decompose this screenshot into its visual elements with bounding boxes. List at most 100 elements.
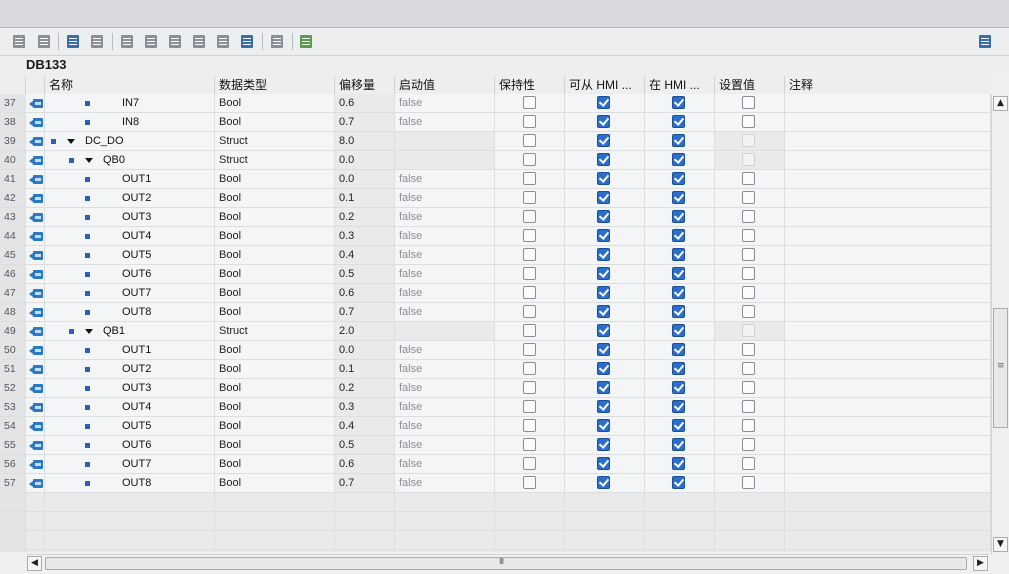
setpoint-checkbox[interactable] — [742, 172, 755, 185]
hmi-visible-checkbox[interactable] — [672, 191, 685, 204]
retain-checkbox[interactable] — [523, 476, 536, 489]
hmi-visible-checkbox[interactable] — [672, 476, 685, 489]
vertical-scrollbar[interactable]: ▲ ▼ — [991, 94, 1009, 554]
setpoint-checkbox[interactable] — [742, 343, 755, 356]
monitor-glasses-icon[interactable] — [297, 32, 315, 50]
header-type[interactable]: 数据类型 — [215, 76, 335, 94]
hmi-access-checkbox[interactable] — [597, 305, 610, 318]
comment-cell[interactable] — [785, 170, 991, 189]
name-cell[interactable]: OUT2 — [45, 360, 215, 379]
hmi-visible-checkbox[interactable] — [672, 172, 685, 185]
data-type-cell[interactable]: Bool — [215, 341, 335, 360]
expand-triangle-icon[interactable] — [67, 139, 75, 144]
expand-triangle-icon[interactable] — [85, 329, 93, 334]
hmi-access-checkbox[interactable] — [597, 476, 610, 489]
comment-cell[interactable] — [785, 94, 991, 113]
data-type-cell[interactable]: Bool — [215, 417, 335, 436]
data-type-cell[interactable]: Bool — [215, 170, 335, 189]
hmi-visible-checkbox[interactable] — [672, 324, 685, 337]
retain-checkbox[interactable] — [523, 172, 536, 185]
hmi-access-checkbox[interactable] — [597, 210, 610, 223]
table-row[interactable]: 55 OUT6 Bool 0.5 false — [0, 436, 991, 455]
name-cell[interactable]: OUT8 — [45, 303, 215, 322]
hmi-access-checkbox[interactable] — [597, 457, 610, 470]
data-type-cell[interactable]: Bool — [215, 455, 335, 474]
setpoint-checkbox[interactable] — [742, 438, 755, 451]
comment-cell[interactable] — [785, 303, 991, 322]
copy-snapshot-icon[interactable] — [118, 32, 136, 50]
table-row[interactable]: 54 OUT5 Bool 0.4 false — [0, 417, 991, 436]
table-row[interactable]: 49 QB1 Struct 2.0 — [0, 322, 991, 341]
setpoint-checkbox[interactable] — [742, 191, 755, 204]
setpoint-checkbox[interactable] — [742, 115, 755, 128]
table-row[interactable]: 37 IN7 Bool 0.6 false — [0, 94, 991, 113]
list-icon[interactable] — [238, 32, 256, 50]
table-row[interactable]: 43 OUT3 Bool 0.2 false — [0, 208, 991, 227]
start-value-cell[interactable]: false — [395, 379, 495, 398]
data-type-cell[interactable]: Bool — [215, 303, 335, 322]
header-hmi-visible[interactable]: 在 HMI ... — [645, 76, 715, 94]
header-comment[interactable]: 注释 — [785, 76, 991, 94]
table-row[interactable]: 46 OUT6 Bool 0.5 false — [0, 265, 991, 284]
comment-cell[interactable] — [785, 284, 991, 303]
window-layout-icon[interactable] — [976, 32, 994, 50]
start-value-cell[interactable]: false — [395, 170, 495, 189]
table-row[interactable]: 40 QB0 Struct 0.0 — [0, 151, 991, 170]
name-cell[interactable]: OUT5 — [45, 246, 215, 265]
start-value-cell[interactable]: false — [395, 208, 495, 227]
data-type-cell[interactable]: Struct — [215, 322, 335, 341]
hmi-visible-checkbox[interactable] — [672, 343, 685, 356]
name-cell[interactable]: OUT2 — [45, 189, 215, 208]
horizontal-scroll-thumb[interactable] — [45, 557, 967, 570]
start-value-cell[interactable]: false — [395, 436, 495, 455]
hmi-visible-checkbox[interactable] — [672, 438, 685, 451]
horizontal-scrollbar[interactable]: ◀ ▶ — [27, 554, 989, 573]
retain-checkbox[interactable] — [523, 381, 536, 394]
comment-cell[interactable] — [785, 322, 991, 341]
start-value-cell[interactable]: false — [395, 94, 495, 113]
table-row[interactable]: 52 OUT3 Bool 0.2 false — [0, 379, 991, 398]
hmi-access-checkbox[interactable] — [597, 191, 610, 204]
name-cell[interactable]: OUT7 — [45, 455, 215, 474]
table-row[interactable]: 48 OUT8 Bool 0.7 false — [0, 303, 991, 322]
hmi-visible-checkbox[interactable] — [672, 96, 685, 109]
hmi-access-checkbox[interactable] — [597, 134, 610, 147]
keep-values-icon[interactable] — [268, 32, 286, 50]
setpoint-checkbox[interactable] — [742, 400, 755, 413]
retain-checkbox[interactable] — [523, 305, 536, 318]
scroll-left-icon[interactable]: ◀ — [27, 556, 42, 571]
retain-checkbox[interactable] — [523, 457, 536, 470]
scroll-right-icon[interactable]: ▶ — [973, 556, 988, 571]
start-value-cell[interactable]: false — [395, 303, 495, 322]
setpoint-checkbox[interactable] — [742, 419, 755, 432]
header-name[interactable]: 名称 — [45, 76, 215, 94]
name-cell[interactable]: OUT5 — [45, 417, 215, 436]
hmi-access-checkbox[interactable] — [597, 172, 610, 185]
start-value-cell[interactable]: false — [395, 246, 495, 265]
data-type-cell[interactable]: Bool — [215, 398, 335, 417]
name-cell[interactable]: OUT8 — [45, 474, 215, 493]
comment-cell[interactable] — [785, 398, 991, 417]
hmi-visible-checkbox[interactable] — [672, 381, 685, 394]
header-hmi-access[interactable]: 可从 HMI ... — [565, 76, 645, 94]
setpoint-checkbox[interactable] — [742, 362, 755, 375]
expand-triangle-icon[interactable] — [85, 158, 93, 163]
data-type-cell[interactable]: Bool — [215, 284, 335, 303]
retain-checkbox[interactable] — [523, 134, 536, 147]
start-value-cell[interactable]: false — [395, 284, 495, 303]
start-value-cell[interactable]: false — [395, 398, 495, 417]
comment-cell[interactable] — [785, 417, 991, 436]
table-row[interactable]: 50 OUT1 Bool 0.0 false — [0, 341, 991, 360]
name-cell[interactable]: QB0 — [45, 151, 215, 170]
name-cell[interactable]: OUT3 — [45, 379, 215, 398]
name-cell[interactable]: QB1 — [45, 322, 215, 341]
comment-cell[interactable] — [785, 265, 991, 284]
hmi-visible-checkbox[interactable] — [672, 400, 685, 413]
data-type-cell[interactable]: Bool — [215, 208, 335, 227]
retain-checkbox[interactable] — [523, 324, 536, 337]
hmi-visible-checkbox[interactable] — [672, 267, 685, 280]
table-row[interactable]: 38 IN8 Bool 0.7 false — [0, 113, 991, 132]
hmi-access-checkbox[interactable] — [597, 229, 610, 242]
header-retain[interactable]: 保持性 — [495, 76, 565, 94]
add-row-icon[interactable] — [35, 32, 53, 50]
